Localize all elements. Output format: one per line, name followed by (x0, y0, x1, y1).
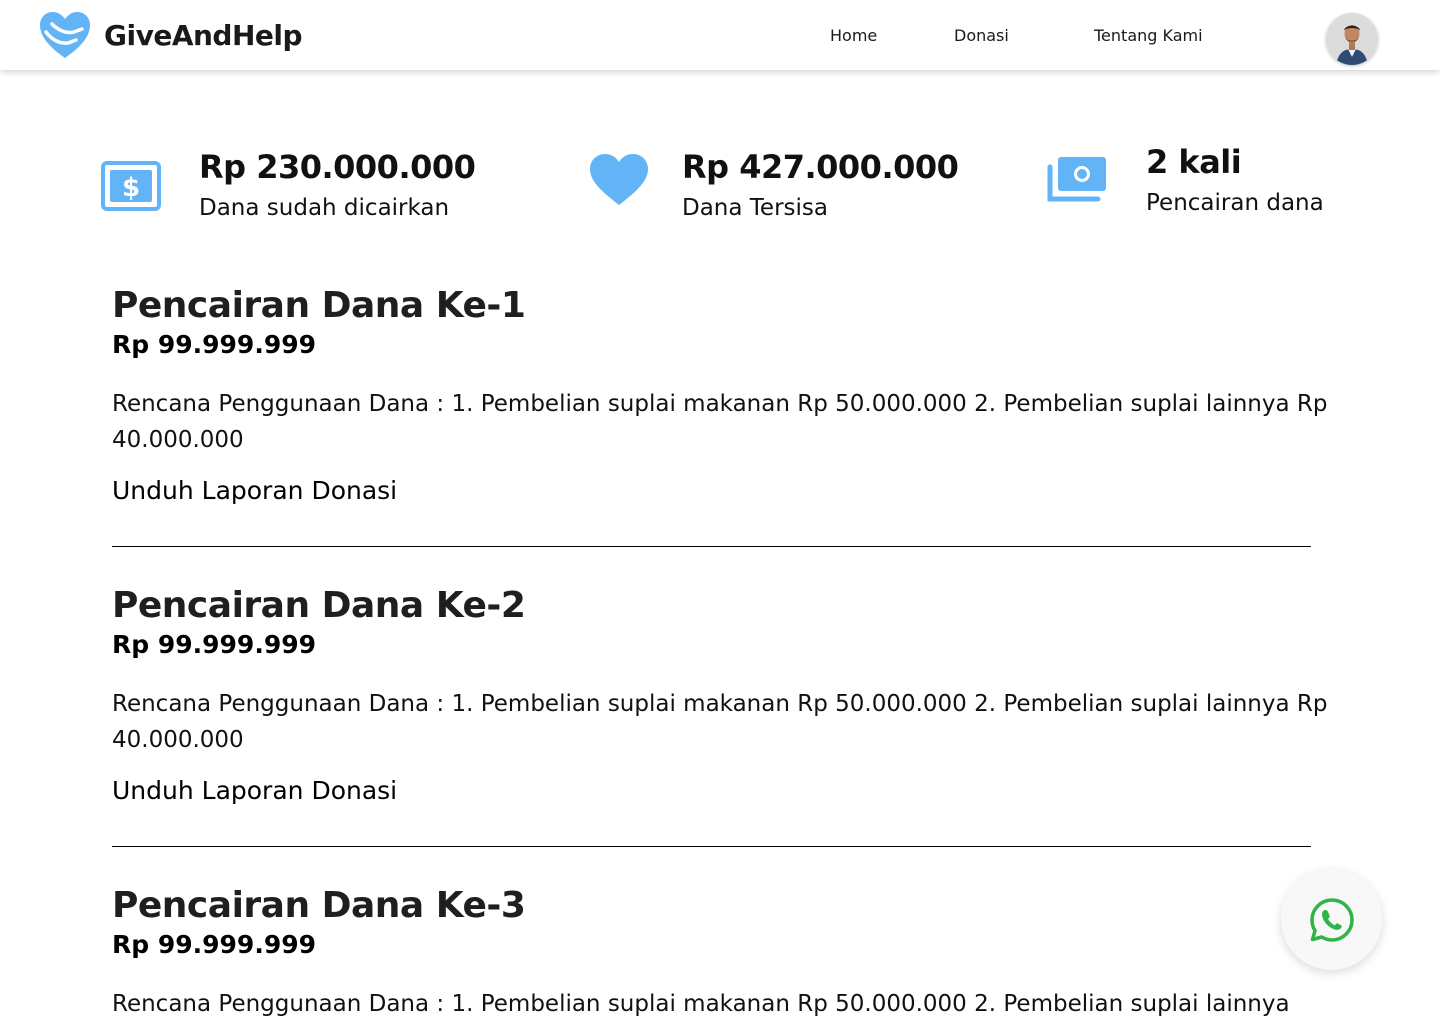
dollar-bill-icon: $ (101, 161, 161, 211)
stat-value: Rp 427.000.000 (682, 148, 959, 186)
entry-amount: Rp 99.999.999 (112, 930, 317, 959)
nav-home[interactable]: Home (830, 26, 877, 45)
disbursement-entry: Pencairan Dana Ke-1 Rp 99.999.999 Rencan… (112, 286, 1342, 506)
stat-label: Dana sudah dicairkan (199, 195, 450, 221)
whatsapp-icon (1309, 897, 1354, 942)
svg-text:$: $ (122, 173, 140, 203)
money-stack-icon (1047, 157, 1106, 202)
entry-amount: Rp 99.999.999 (112, 330, 317, 359)
entry-title: Pencairan Dana Ke-2 (112, 585, 526, 626)
download-report-link[interactable]: Unduh Laporan Donasi (112, 476, 1342, 506)
nav-donasi[interactable]: Donasi (954, 26, 1009, 45)
entry-plan: Rencana Penggunaan Dana : 1. Pembelian s… (112, 991, 1290, 1017)
whatsapp-button[interactable] (1281, 869, 1382, 970)
stat-label: Pencairan dana (1146, 190, 1324, 216)
entry-title: Pencairan Dana Ke-1 (112, 285, 526, 326)
divider (112, 846, 1311, 847)
stat-label: Dana Tersisa (682, 195, 828, 221)
entry-title: Pencairan Dana Ke-3 (112, 885, 526, 926)
brand-name: GiveAndHelp (104, 18, 303, 52)
disbursement-entry: Pencairan Dana Ke-3 Rp 99.999.999 Rencan… (112, 886, 1342, 1022)
top-navbar: GiveAndHelp Home Donasi Tentang Kami (0, 0, 1440, 70)
heart-hands-logo-icon (40, 12, 90, 58)
brand[interactable]: GiveAndHelp (38, 10, 303, 60)
avatar[interactable] (1326, 13, 1378, 65)
disbursement-entry: Pencairan Dana Ke-2 Rp 99.999.999 Rencan… (112, 586, 1342, 806)
heart-icon (590, 154, 648, 205)
download-report-link[interactable]: Unduh Laporan Donasi (112, 776, 1342, 806)
user-avatar-icon (1326, 13, 1378, 65)
stat-value: Rp 230.000.000 (199, 148, 476, 186)
divider (112, 546, 1311, 547)
nav-tentang-kami[interactable]: Tentang Kami (1094, 26, 1203, 45)
entry-amount: Rp 99.999.999 (112, 630, 317, 659)
stat-value: 2 kali (1146, 143, 1242, 181)
entry-plan: Rencana Penggunaan Dana : 1. Pembelian s… (112, 691, 1328, 753)
entry-plan: Rencana Penggunaan Dana : 1. Pembelian s… (112, 391, 1328, 453)
